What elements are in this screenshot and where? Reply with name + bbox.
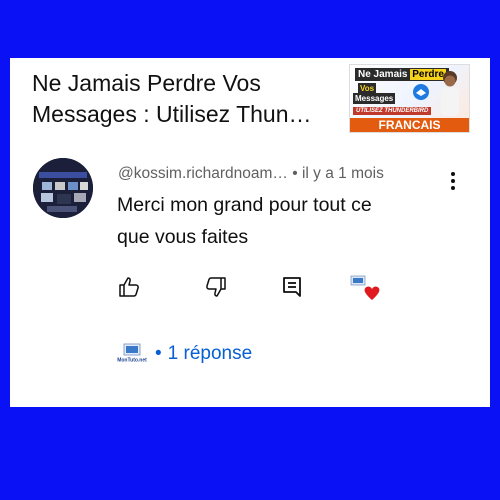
view-replies-button[interactable]: MonTuto.net • 1 réponse (115, 343, 252, 365)
replies-separator: • (155, 343, 162, 364)
meta-separator: • (292, 165, 298, 182)
comment-card: Ne Jamais Perdre Vos Messages : Utilisez… (10, 58, 490, 407)
thumbnail-line-4: UTILISEZ THUNDERBIRD (353, 107, 432, 115)
video-title[interactable]: Ne Jamais Perdre Vos Messages : Utilisez… (32, 68, 332, 130)
montuto-logo-text: MonTuto.net (117, 358, 147, 364)
avatar-image (33, 158, 93, 218)
avatar[interactable] (33, 158, 93, 218)
thumbnail-line-3: Messages (353, 93, 396, 104)
presenter-image (441, 71, 459, 116)
comment-time: il y a 1 mois (301, 165, 384, 182)
reply-icon[interactable] (280, 275, 304, 299)
video-thumbnail[interactable]: Ne Jamais Perdre Vos Messages UTILISEZ T… (349, 64, 470, 133)
thumb-down-icon[interactable] (204, 275, 228, 299)
thunderbird-icon (413, 84, 429, 100)
more-options-icon[interactable] (449, 171, 457, 191)
comment-text: Merci mon grand pour tout ce que vous fa… (117, 194, 372, 248)
thumb-up-icon[interactable] (117, 275, 141, 299)
replies-count[interactable]: 1 réponse (168, 343, 253, 365)
thumbnail-banner: FRANCAIS (350, 118, 469, 132)
comment-meta: @kossim.richardnoam… • il y a 1 mois (118, 165, 384, 183)
comment-author[interactable]: @kossim.richardnoam… (118, 165, 288, 182)
creator-heart-icon[interactable] (350, 275, 382, 301)
montuto-logo-icon: MonTuto.net (117, 343, 147, 364)
